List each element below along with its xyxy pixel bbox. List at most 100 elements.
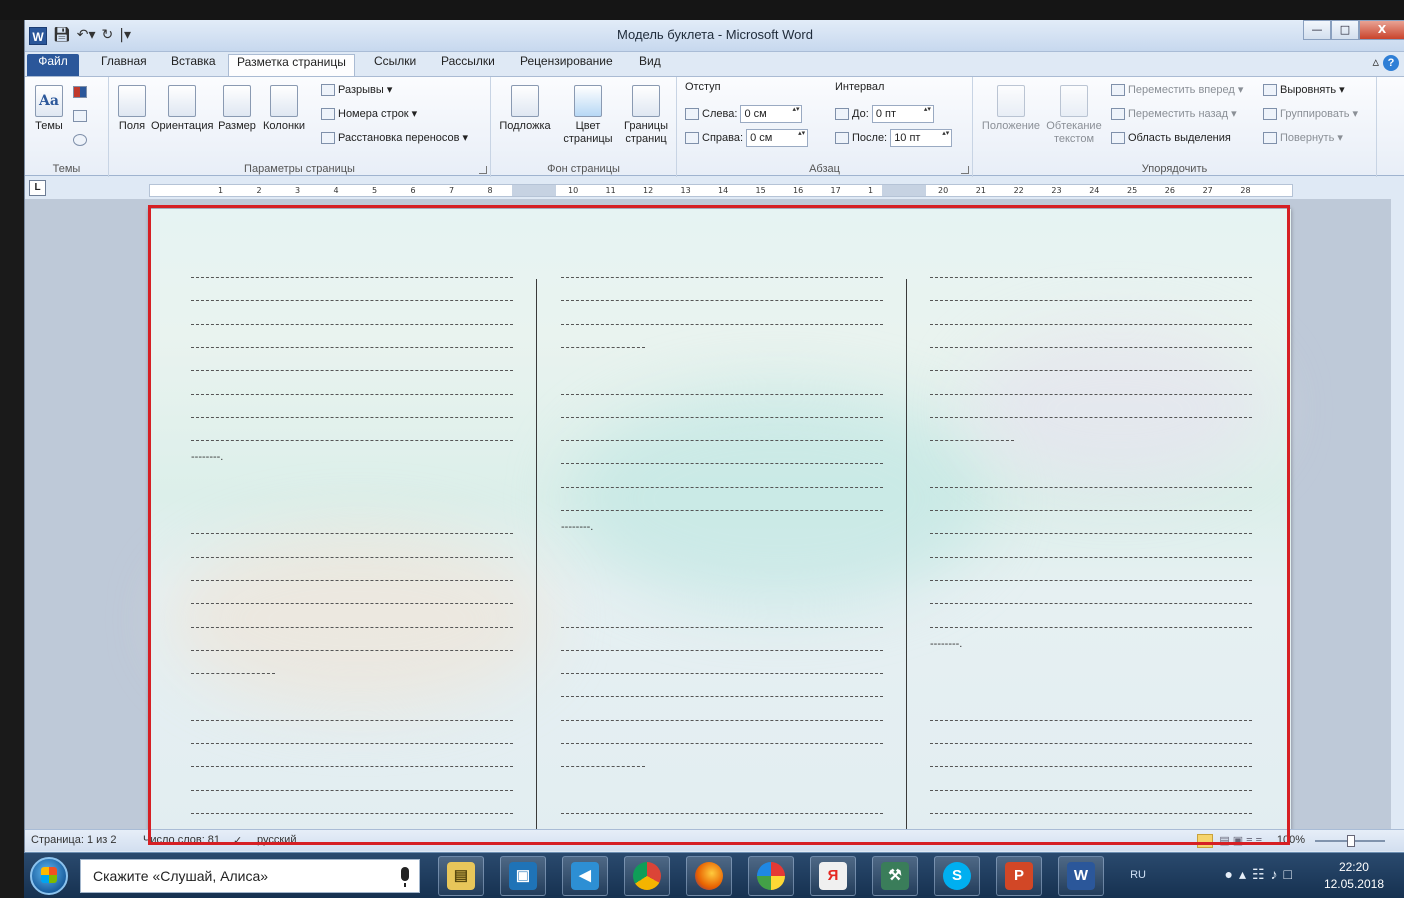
theme-effects-button[interactable] — [73, 131, 90, 149]
minimize-button[interactable]: — — [1303, 20, 1331, 40]
bring-forward-button[interactable]: Переместить вперед ▾ — [1111, 81, 1243, 99]
align-button[interactable]: Выровнять ▾ — [1263, 81, 1345, 99]
bg-wave-1 — [569, 389, 989, 609]
word-count[interactable]: Число слов: 81 — [143, 834, 220, 846]
page-color-label-1: Цвет — [575, 120, 601, 132]
dashed-line — [191, 370, 513, 372]
columns-button[interactable]: Колонки — [259, 85, 309, 133]
theme-colors-button[interactable] — [73, 83, 90, 101]
selection-pane-button[interactable]: Область выделения — [1111, 129, 1231, 147]
line-numbers-button[interactable]: Номера строк ▾ — [321, 105, 417, 123]
group-page-setup-label: Параметры страницы — [244, 163, 355, 175]
tab-insert[interactable]: Вставка — [163, 54, 224, 76]
dashed-tail: --------. — [930, 637, 963, 650]
show-hidden-icon[interactable]: ▴ — [1239, 866, 1252, 882]
taskbar-yandex[interactable]: Я — [810, 856, 856, 896]
start-button[interactable] — [30, 857, 68, 895]
dashed-line — [191, 416, 513, 418]
tab-file[interactable]: Файл — [27, 54, 79, 76]
help-tray-icon[interactable]: ● — [1224, 866, 1238, 882]
wrap-text-button[interactable]: Обтекание текстом — [1045, 85, 1103, 146]
network-icon[interactable]: ☷ — [1252, 866, 1271, 882]
tab-home[interactable]: Главная — [93, 54, 155, 76]
taskbar-powerpoint[interactable]: P — [996, 856, 1042, 896]
ruler-tick: 16 — [793, 186, 804, 195]
ribbon: Aa Темы Темы Поля Ориентация Размер Коло… — [25, 76, 1404, 177]
orientation-button[interactable]: Ориентация — [151, 85, 213, 133]
draft-icon[interactable]: ≡ — [1256, 835, 1265, 847]
speaker-icon: ◀ — [571, 862, 599, 890]
bring-forward-label: Переместить вперед — [1128, 84, 1235, 96]
page-color-button[interactable]: Цвет страницы — [559, 85, 617, 146]
indent-left-row: Слева: 0 см — [685, 105, 803, 124]
taskbar-skype[interactable]: S — [934, 856, 980, 896]
taskbar-explorer[interactable]: ▤ — [438, 856, 484, 896]
outline-icon[interactable]: ≡ — [1246, 835, 1255, 847]
hyphenation-button[interactable]: Расстановка переносов ▾ — [321, 129, 468, 147]
print-layout-icon[interactable] — [1197, 834, 1214, 849]
dashed-line — [191, 393, 513, 395]
volume-icon[interactable]: ♪ — [1271, 866, 1284, 882]
spacing-after-field[interactable]: 10 пт — [890, 129, 953, 148]
clock[interactable]: 22:20 12.05.2018 — [1324, 859, 1384, 893]
taskbar-media-player[interactable]: ▣ — [500, 856, 546, 896]
page-borders-button[interactable]: Границы страниц — [619, 85, 673, 146]
page-indicator[interactable]: Страница: 1 из 2 — [31, 834, 117, 846]
send-backward-button[interactable]: Переместить назад ▾ — [1111, 105, 1237, 123]
taskbar-tool-app[interactable]: ⚒ — [872, 856, 918, 896]
web-layout-icon[interactable]: ▣ — [1233, 835, 1246, 847]
microphone-icon[interactable] — [401, 867, 409, 887]
language-indicator[interactable]: русский — [257, 834, 296, 846]
taskbar-firefox[interactable] — [686, 856, 732, 896]
position-button[interactable]: Положение — [979, 85, 1043, 133]
notification-icon[interactable]: □ — [1284, 866, 1298, 882]
close-button[interactable]: X — [1359, 20, 1404, 40]
taskbar-speaker[interactable]: ◀ — [562, 856, 608, 896]
tab-selector-button[interactable]: L — [29, 180, 46, 196]
selection-pane-icon — [1111, 132, 1125, 145]
ruler-tick: 12 — [643, 186, 654, 195]
themes-button[interactable]: Aa Темы — [31, 85, 67, 133]
breaks-button[interactable]: Разрывы ▾ — [321, 81, 392, 99]
zoom-slider-knob[interactable] — [1347, 835, 1355, 847]
keyboard-language[interactable]: RU — [1130, 869, 1146, 881]
tab-references[interactable]: Ссылки — [366, 54, 424, 76]
maximize-button[interactable]: □ — [1331, 20, 1359, 40]
group-button[interactable]: Группировать ▾ — [1263, 105, 1358, 123]
tab-view[interactable]: Вид — [631, 54, 669, 76]
indent-left-field[interactable]: 0 см — [740, 105, 803, 124]
page-setup-launcher-icon[interactable] — [479, 166, 487, 174]
margins-button[interactable]: Поля — [117, 85, 147, 133]
tab-mailings[interactable]: Рассылки — [433, 54, 503, 76]
dashed-line — [930, 743, 1252, 744]
line-numbers-label: Номера строк — [338, 108, 409, 120]
ribbon-controls: ▵? — [1372, 55, 1399, 71]
dashed-line — [561, 440, 883, 442]
paragraph-launcher-icon[interactable] — [961, 166, 969, 174]
watermark-button[interactable]: Подложка — [495, 85, 555, 133]
size-button[interactable]: Размер — [217, 85, 257, 133]
reading-view-icon[interactable]: ▤ — [1219, 835, 1232, 847]
help-icon[interactable]: ? — [1383, 55, 1399, 71]
tab-page-layout[interactable]: Разметка страницы — [228, 54, 355, 76]
group-paragraph-label: Абзац — [809, 163, 840, 175]
wrap-text-icon — [1060, 85, 1088, 117]
spacing-before-field[interactable]: 0 пт — [871, 105, 934, 124]
dashed-line — [191, 673, 275, 675]
tab-review[interactable]: Рецензирование — [512, 54, 621, 76]
taskbar-chrome[interactable] — [624, 856, 670, 896]
proofing-icon[interactable]: ✓ — [233, 834, 242, 847]
ruler-tick: 7 — [449, 186, 455, 195]
indent-right-field[interactable]: 0 см — [746, 129, 809, 148]
theme-fonts-button[interactable] — [73, 107, 90, 125]
status-bar: Страница: 1 из 2 Число слов: 81 ✓ русски… — [25, 829, 1404, 851]
zoom-level[interactable]: 100% — [1277, 834, 1305, 846]
horizontal-ruler[interactable]: 1 2 3 4 5 6 7 8 10 11 12 13 14 15 16 17 1 20 21 22 23 24 25 26 2… — [149, 184, 1293, 197]
dashed-line — [191, 626, 513, 628]
rotate-button[interactable]: Повернуть ▾ — [1263, 129, 1343, 147]
alice-search-box[interactable]: Скажите «Слушай, Алиса» — [80, 859, 420, 893]
document-page[interactable]: --------. --------. --------. — [149, 209, 1291, 829]
rotate-label: Повернуть — [1280, 132, 1335, 144]
taskbar-color-app[interactable] — [748, 856, 794, 896]
collapse-ribbon-icon[interactable]: ▵ — [1372, 55, 1379, 70]
